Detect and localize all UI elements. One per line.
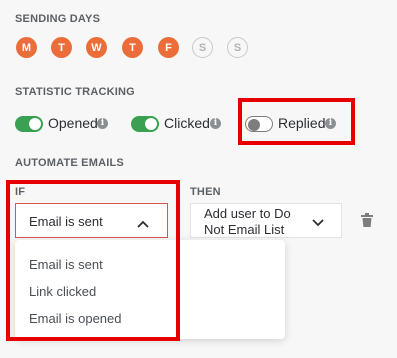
- info-icon[interactable]: i: [97, 118, 108, 129]
- day-sunday[interactable]: S: [227, 37, 248, 58]
- automate-emails-label: AUTOMATE EMAILS: [15, 157, 124, 169]
- then-action-line-2: Not Email List: [204, 222, 285, 237]
- replied-toggle[interactable]: [245, 116, 273, 132]
- if-highlight-box: [6, 180, 180, 341]
- info-icon[interactable]: i: [325, 118, 336, 129]
- day-wednesday[interactable]: W: [86, 37, 107, 58]
- opened-label: Opened: [48, 115, 98, 131]
- clicked-toggle[interactable]: [131, 116, 159, 132]
- day-tuesday[interactable]: T: [51, 37, 72, 58]
- toggle-knob: [29, 118, 41, 130]
- then-action-value: Add user to Do Not Email List: [204, 206, 291, 238]
- day-friday[interactable]: F: [158, 37, 179, 58]
- toggle-knob: [145, 118, 157, 130]
- then-action-select[interactable]: Add user to Do Not Email List: [190, 203, 342, 238]
- replied-label: Replied: [278, 115, 326, 131]
- trash-icon[interactable]: [361, 213, 373, 232]
- chevron-down-icon: [312, 215, 324, 230]
- then-label: THEN: [190, 186, 221, 198]
- sending-days-label: SENDING DAYS: [15, 13, 101, 25]
- day-thursday[interactable]: T: [122, 37, 143, 58]
- then-action-line-1: Add user to Do: [204, 206, 291, 221]
- day-monday[interactable]: M: [16, 37, 37, 58]
- toggle-knob: [248, 118, 260, 131]
- day-saturday[interactable]: S: [192, 37, 213, 58]
- opened-toggle[interactable]: [15, 116, 43, 132]
- clicked-label: Clicked: [164, 115, 210, 131]
- info-icon[interactable]: i: [210, 118, 221, 129]
- statistic-tracking-label: STATISTIC TRACKING: [15, 86, 135, 98]
